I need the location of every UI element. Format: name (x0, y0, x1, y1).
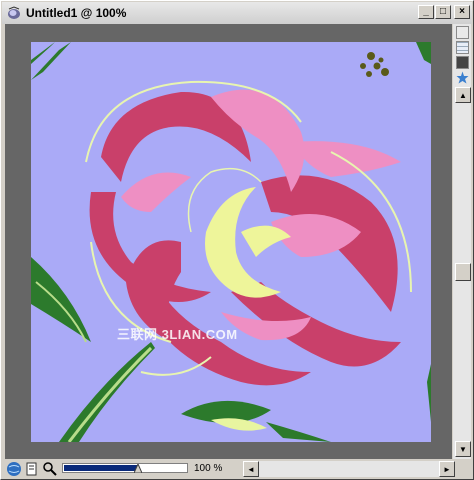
canvas-area[interactable]: 三联网 3LIAN.COM (5, 24, 452, 459)
star-icon[interactable] (456, 71, 469, 84)
scroll-right-button[interactable]: ► (439, 461, 455, 477)
minimize-icon: _ (423, 6, 429, 17)
scroll-up-button[interactable]: ▲ (455, 87, 471, 103)
window-title: Untitled1 @ 100% (26, 6, 127, 20)
minimize-button[interactable]: _ (418, 5, 434, 19)
maximize-icon: □ (439, 6, 447, 17)
close-button[interactable]: × (454, 5, 470, 19)
document-window: Untitled1 @ 100% _ □ × 三联网 3LIAN.COM ▲ ▼… (0, 0, 474, 480)
scroll-down-button[interactable]: ▼ (455, 441, 471, 457)
layers-icon[interactable] (456, 26, 469, 39)
horizontal-scrollbar[interactable] (259, 461, 455, 477)
zoom-slider-fill (64, 465, 139, 471)
scroll-thumb[interactable] (455, 263, 471, 281)
maximize-button[interactable]: □ (435, 5, 451, 19)
zoom-icon[interactable] (42, 461, 58, 477)
title-bar[interactable]: Untitled1 @ 100% _ □ × (2, 2, 472, 24)
grid-icon[interactable] (456, 41, 469, 54)
mode-icon[interactable] (26, 461, 42, 477)
zoom-slider[interactable] (62, 463, 188, 473)
zoom-level-label: 100 % (194, 463, 223, 474)
scroll-left-button[interactable]: ◄ (243, 461, 259, 477)
status-bar: 100 % ◄ ► (2, 459, 472, 479)
monitor-icon[interactable] (456, 56, 469, 69)
artwork-canvas[interactable] (31, 42, 431, 442)
watermark-text: 三联网 3LIAN.COM (117, 327, 238, 342)
zoom-slider-thumb[interactable] (134, 464, 142, 473)
globe-icon[interactable] (6, 461, 22, 477)
arrow-down-icon: ▼ (459, 444, 467, 454)
close-icon: × (459, 6, 465, 17)
app-icon (8, 6, 20, 19)
arrow-right-icon: ► (443, 464, 451, 474)
arrow-left-icon: ◄ (247, 464, 255, 474)
resize-grip[interactable] (456, 461, 472, 477)
arrow-up-icon: ▲ (459, 90, 467, 100)
